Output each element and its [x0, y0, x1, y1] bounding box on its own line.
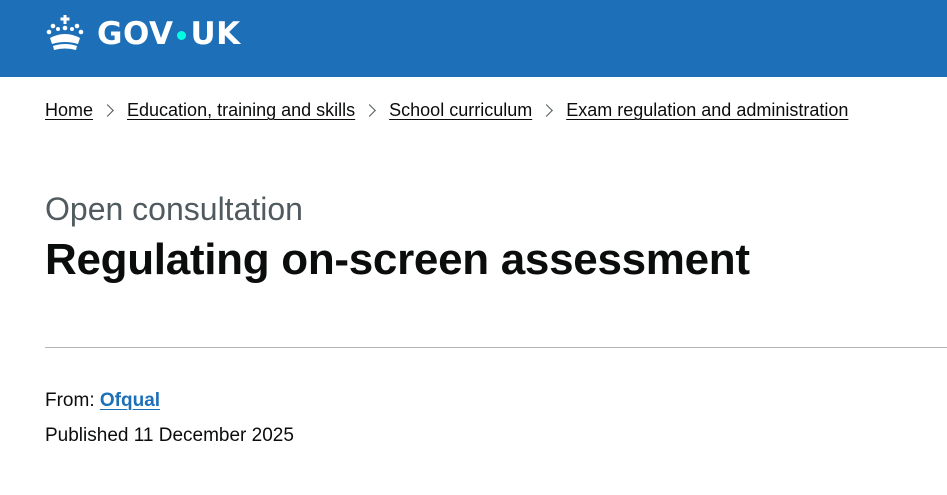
crown-icon: [46, 15, 84, 50]
chevron-right-icon: [363, 103, 377, 117]
from-line: From: Ofqual: [45, 388, 160, 413]
section-divider: [45, 347, 947, 348]
breadcrumb-exam-regulation[interactable]: Exam regulation and administration: [566, 98, 848, 122]
page-title: Regulating on-screen assessment: [45, 235, 750, 284]
published-date: Published 11 December 2025: [45, 425, 294, 446]
breadcrumb-school-curriculum[interactable]: School curriculum: [389, 98, 532, 122]
site-header: GOV UK: [0, 0, 947, 77]
govuk-wordmark: GOV UK: [97, 14, 241, 54]
breadcrumb-education-training-skills[interactable]: Education, training and skills: [127, 98, 355, 122]
page-caption: Open consultation: [45, 191, 303, 227]
govuk-logo-link[interactable]: GOV UK: [45, 14, 241, 54]
breadcrumb: Home Education, training and skills Scho…: [45, 98, 848, 122]
from-label: From:: [45, 390, 95, 411]
organisation-link[interactable]: Ofqual: [100, 390, 160, 411]
breadcrumb-home[interactable]: Home: [45, 98, 93, 122]
logo-text-uk: UK: [190, 16, 241, 52]
chevron-right-icon: [540, 103, 554, 117]
chevron-right-icon: [101, 103, 114, 117]
logo-text-gov: GOV: [97, 16, 174, 52]
logo-dot-icon: [177, 30, 187, 40]
